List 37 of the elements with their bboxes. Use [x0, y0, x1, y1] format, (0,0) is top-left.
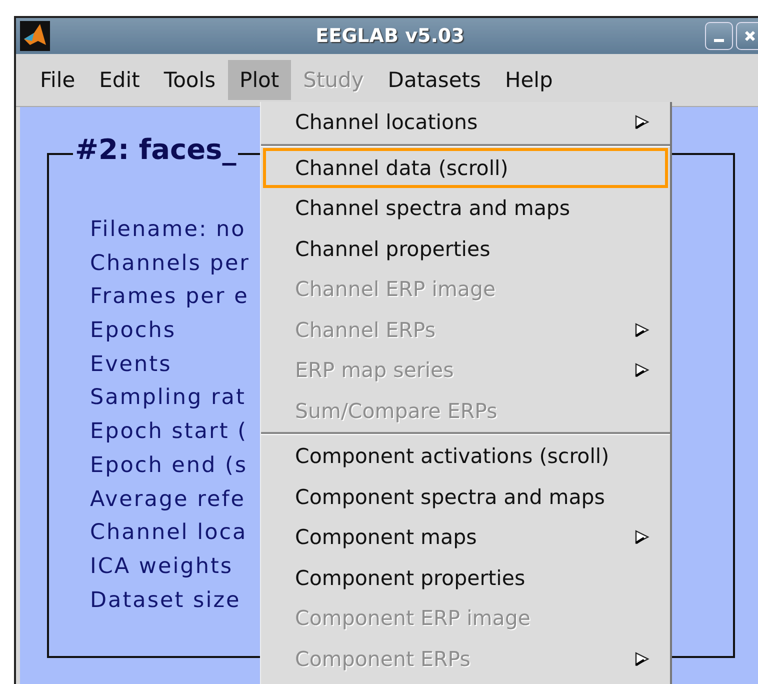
dataset-field-label: Epoch start ( [90, 418, 248, 446]
menu-option[interactable]: Channel properties [263, 228, 668, 269]
dataset-field-label: Filename: no [90, 216, 246, 244]
dataset-field-label: Epochs [90, 317, 176, 346]
dataset-field-label: Channels per [90, 250, 250, 278]
menu-option[interactable]: Channel locations [263, 102, 668, 142]
submenu-arrow-icon [634, 322, 650, 337]
menu-item[interactable]: Edit [87, 60, 152, 100]
dataset-field-label: Average refe [90, 486, 246, 514]
menu-option[interactable]: Channel spectra and maps [263, 188, 668, 228]
menu-item[interactable]: Tools [152, 60, 228, 100]
menu-option[interactable]: Channel data (scroll) [263, 148, 668, 188]
close-button[interactable] [736, 22, 758, 50]
submenu-arrow-icon [634, 115, 650, 130]
dataset-field-label: Channel loca [90, 519, 248, 548]
menu-item[interactable]: File [28, 60, 88, 100]
minimize-button[interactable] [705, 22, 733, 50]
menu-item[interactable]: Plot [228, 60, 292, 100]
menu-option[interactable]: Component activations (scroll) [263, 436, 668, 476]
close-icon [744, 30, 756, 42]
submenu-arrow-icon [634, 363, 650, 378]
minimize-icon [714, 38, 724, 42]
dataset-field-label: Events [90, 350, 172, 379]
menu-option[interactable]: Component properties [263, 558, 668, 598]
dataset-field-label: Epoch end (s [90, 452, 248, 480]
menu-item[interactable]: Help [492, 60, 565, 100]
dataset-field-label: Frames per e [90, 283, 249, 312]
submenu-arrow-icon [634, 652, 650, 666]
dataset-field-label: ICA weights [90, 552, 234, 581]
submenu-arrow-icon [634, 530, 650, 544]
dataset-field-label: Dataset size [90, 586, 241, 615]
menu-option[interactable]: Component maps [263, 517, 668, 558]
menu-item[interactable]: Datasets [376, 60, 493, 100]
menu-option[interactable]: Component spectra and maps [263, 476, 668, 517]
window-title: EEGLAB v5.03 [316, 25, 464, 47]
logo-icon [20, 21, 50, 51]
dataset-field-label: Sampling rat [90, 384, 246, 412]
